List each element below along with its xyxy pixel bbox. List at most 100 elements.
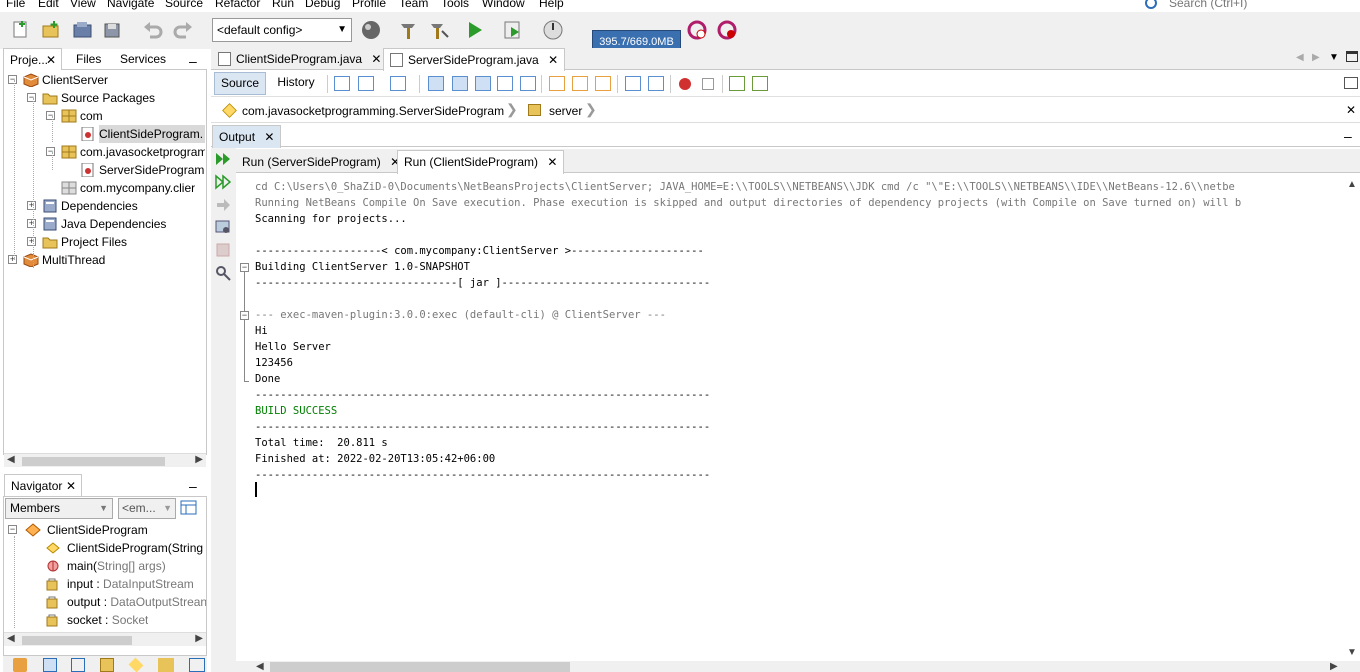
forward-icon[interactable] — [390, 76, 406, 91]
navigator-item[interactable]: main(String[] args) — [67, 557, 166, 575]
tab-list-icon[interactable]: ▼ — [1329, 52, 1339, 63]
tab-clientsideprogram[interactable]: ClientSideProgram.java ✕ — [214, 48, 387, 70]
record-macro-icon[interactable] — [679, 78, 691, 90]
redo-icon[interactable] — [172, 19, 194, 41]
scroll-right-icon[interactable]: ▶ — [195, 454, 203, 465]
settings-icon[interactable] — [215, 219, 231, 235]
tab-serversideprogram[interactable]: ServerSideProgram.java ✕ — [383, 48, 566, 71]
tree-expand-toggle[interactable]: − — [46, 147, 55, 156]
tree-item[interactable]: com.mycompany.clier — [80, 179, 195, 197]
maximize-icon[interactable] — [1346, 51, 1358, 62]
sort-down-icon[interactable] — [189, 658, 205, 672]
filter-inherited-icon[interactable] — [71, 658, 85, 672]
shift-right-icon[interactable] — [648, 76, 664, 91]
undo-icon[interactable] — [142, 19, 164, 41]
fold-toggle[interactable]: − — [240, 311, 249, 320]
scroll-right-icon[interactable]: ▶ — [195, 633, 203, 644]
tree-item[interactable]: ServerSideProgram — [99, 161, 204, 179]
stop-macro-icon[interactable] — [702, 78, 714, 90]
breadcrumb-member[interactable]: server — [549, 104, 582, 118]
rect-select-icon[interactable] — [520, 76, 536, 91]
minimize-icon[interactable]: ‒ — [189, 478, 197, 494]
minimize-icon[interactable]: ‒ — [189, 53, 197, 69]
close-icon[interactable]: ✕ — [548, 53, 558, 67]
toggle-bookmark-icon[interactable] — [595, 76, 611, 91]
source-button[interactable]: Source — [214, 72, 266, 95]
prev-bookmark-icon[interactable] — [549, 76, 565, 91]
navigator-item[interactable]: ClientSideProgram(String a — [67, 539, 206, 557]
tree-item[interactable]: MultiThread — [42, 251, 105, 269]
filter-static-icon[interactable] — [43, 658, 57, 672]
scroll-up-icon[interactable]: ▲ — [1347, 179, 1357, 190]
rerun-with-params-icon[interactable] — [215, 174, 232, 190]
tab-run-server[interactable]: Run (ServerSideProgram) ✕ — [236, 151, 406, 173]
scroll-left-icon[interactable]: ◀ — [256, 661, 264, 672]
tab-files[interactable]: Files — [70, 48, 107, 70]
menu-help[interactable]: Help — [539, 0, 564, 11]
navigator-item[interactable]: socket : Socket — [67, 611, 148, 629]
tree-item[interactable]: com.javasocketprogram — [80, 143, 205, 161]
find-next-icon[interactable] — [475, 76, 491, 91]
menu-debug[interactable]: Debug — [305, 0, 340, 11]
navigator-item[interactable]: input : DataInputStream — [67, 575, 194, 593]
menu-run[interactable]: Run — [272, 0, 294, 11]
tree-item[interactable]: Java Dependencies — [61, 215, 166, 233]
breadcrumb-class[interactable]: com.javasocketprogramming.ServerSideProg… — [242, 104, 504, 118]
menu-team[interactable]: Team — [399, 0, 428, 11]
tab-projects[interactable]: Proje... ✕ — [3, 48, 62, 70]
navigator-item[interactable]: output : DataOutputStrean — [67, 593, 206, 611]
run-icon[interactable] — [464, 19, 486, 41]
tab-output[interactable]: Output ✕ — [212, 125, 282, 148]
tree-expand-toggle[interactable]: − — [8, 75, 17, 84]
close-icon[interactable]: ✕ — [264, 130, 274, 144]
globe-icon[interactable] — [360, 19, 382, 41]
menu-refactor[interactable]: Refactor — [215, 0, 260, 11]
navigator-options-icon[interactable] — [180, 500, 198, 519]
next-bookmark-icon[interactable] — [572, 76, 588, 91]
comment-icon[interactable] — [729, 76, 745, 91]
scroll-right-icon[interactable]: ▶ — [1330, 661, 1338, 672]
minimize-icon[interactable]: ‒ — [1344, 128, 1352, 144]
tree-expand-toggle[interactable]: + — [8, 255, 17, 264]
stop-icon[interactable] — [215, 242, 231, 258]
new-file-icon[interactable] — [10, 19, 32, 41]
menu-navigate[interactable]: Navigate — [107, 0, 154, 11]
tree-expand-toggle[interactable]: + — [27, 219, 36, 228]
new-project-icon[interactable] — [40, 19, 62, 41]
package-icon[interactable] — [158, 658, 174, 672]
scroll-left-icon[interactable]: ◀ — [7, 633, 15, 644]
scroll-thumb[interactable] — [270, 662, 570, 672]
members-select[interactable]: Members ▼ — [5, 498, 113, 519]
tree-expand-toggle[interactable]: + — [27, 237, 36, 246]
menu-edit[interactable]: Edit — [38, 0, 59, 11]
clean-build-icon[interactable] — [428, 19, 450, 41]
tree-expand-toggle[interactable]: − — [8, 525, 17, 534]
output-vscrollbar[interactable]: ▲ ▼ — [1343, 175, 1360, 661]
open-project-icon[interactable] — [72, 19, 94, 41]
menu-source[interactable]: Source — [165, 0, 203, 11]
back-icon[interactable] — [358, 76, 374, 91]
navigator-item[interactable]: ClientSideProgram — [47, 521, 148, 539]
shift-left-icon[interactable] — [625, 76, 641, 91]
tree-expand-toggle[interactable]: + — [27, 201, 36, 210]
output-console[interactable]: cd C:\Users\0_ShaZiD-0\Documents\NetBean… — [237, 179, 1343, 661]
navigator-hscrollbar[interactable]: ◀ ▶ — [4, 632, 206, 646]
tools-icon[interactable] — [215, 265, 231, 281]
history-button[interactable]: History — [270, 72, 322, 95]
scroll-thumb[interactable] — [22, 457, 165, 466]
projects-hscrollbar[interactable]: ◀ ▶ — [4, 453, 206, 467]
menu-view[interactable]: View — [70, 0, 96, 11]
menu-tools[interactable]: Tools — [441, 0, 469, 11]
tree-item[interactable]: com — [80, 107, 103, 125]
menu-profile[interactable]: Profile — [352, 0, 386, 11]
split-view-icon[interactable] — [1344, 77, 1358, 89]
save-all-icon[interactable] — [102, 19, 124, 41]
build-icon[interactable] — [398, 19, 420, 41]
tree-item[interactable]: ClientServer — [42, 71, 108, 89]
last-edit-icon[interactable] — [334, 76, 350, 91]
close-icon[interactable]: ✕ — [46, 49, 56, 71]
scroll-thumb[interactable] — [22, 636, 132, 645]
tab-services[interactable]: Services — [114, 48, 172, 70]
close-icon[interactable]: ✕ — [547, 155, 557, 169]
tree-expand-toggle[interactable]: − — [27, 93, 36, 102]
